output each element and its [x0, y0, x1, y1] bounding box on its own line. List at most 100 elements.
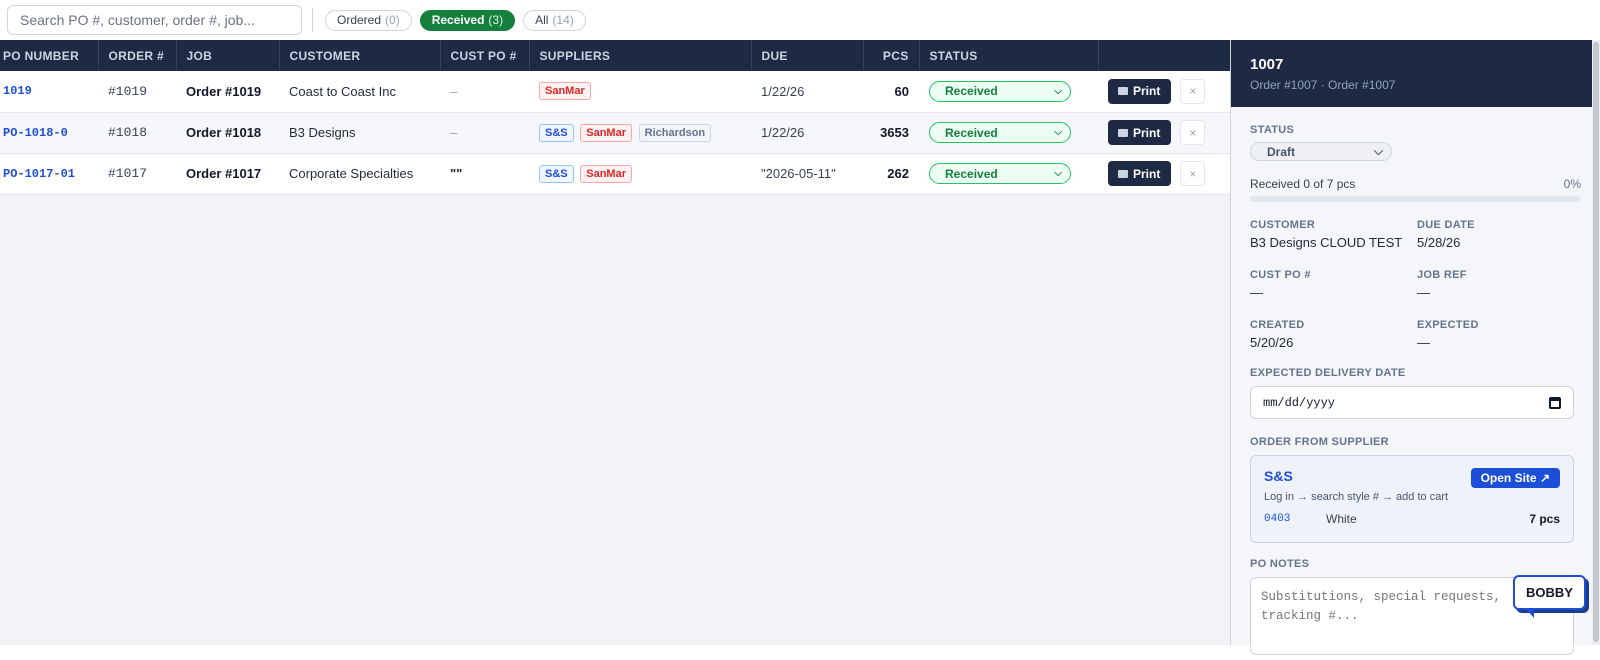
- field-label: CUSTOMER: [1250, 219, 1316, 231]
- header-customer[interactable]: CUSTOMER: [279, 40, 441, 71]
- chat-assistant-button[interactable]: BOBBY: [1513, 575, 1586, 618]
- supplier-card: S&S Open Site ↗ Log in → search style # …: [1250, 455, 1574, 543]
- po-detail-panel: 1007 Order #1007 · Order #1007 STATUS Dr…: [1230, 40, 1600, 655]
- status-select[interactable]: Received ⌵: [929, 80, 1071, 102]
- suppliers-cell: SanMar: [529, 71, 751, 112]
- remove-button[interactable]: ×: [1180, 120, 1206, 145]
- field-value: —: [1417, 285, 1430, 300]
- panel-scrollbar[interactable]: [1592, 40, 1600, 645]
- received-summary: Received 0 of 7 pcs 0%: [1250, 177, 1581, 191]
- status-label: STATUS: [1250, 124, 1295, 136]
- header-suppliers[interactable]: SUPPLIERS: [529, 40, 752, 71]
- po-status-value: Draft: [1267, 144, 1296, 159]
- table-row[interactable]: PO-1018-0 #1018 Order #1018 B3 Designs –…: [0, 112, 1230, 153]
- printer-icon: [1118, 128, 1128, 137]
- po-number-link[interactable]: PO-1018-0: [0, 112, 98, 153]
- status-select[interactable]: Received ⌵: [929, 122, 1071, 143]
- field-value: B3 Designs CLOUD TEST: [1250, 235, 1403, 250]
- header-pcs[interactable]: PCS: [863, 40, 920, 71]
- status-value: Received: [945, 84, 998, 99]
- field-label: JOB REF: [1417, 269, 1467, 281]
- field-created: CREATED 5/20/26: [1250, 319, 1417, 350]
- job-name: Order #1019: [186, 83, 262, 99]
- customer-name: B3 Designs: [289, 125, 356, 140]
- field-due-date: DUE DATE 5/28/26: [1417, 219, 1577, 250]
- header-po-number[interactable]: PO NUMBER: [0, 40, 99, 71]
- header-job[interactable]: JOB: [176, 40, 280, 71]
- header-status[interactable]: STATUS: [919, 40, 1099, 71]
- table-row[interactable]: 1019 #1019 Order #1019 Coast to Coast In…: [0, 71, 1230, 112]
- order-number: #1019: [108, 83, 148, 99]
- header-cust-po[interactable]: CUST PO #: [440, 40, 530, 71]
- po-status-select[interactable]: Draft ⌵: [1250, 142, 1392, 161]
- supplier-tag: S&S: [539, 164, 574, 183]
- actions-cell: Print ×: [1098, 153, 1230, 194]
- print-label: Print: [1133, 125, 1161, 140]
- printer-icon: [1118, 87, 1128, 96]
- open-site-button[interactable]: Open Site ↗: [1470, 468, 1560, 488]
- print-label: Print: [1133, 166, 1161, 181]
- date-placeholder: mm/dd/yyyy: [1263, 395, 1336, 410]
- suppliers-cell: S&S SanMar Richardson: [529, 112, 751, 153]
- scrollbar-thumb[interactable]: [1593, 42, 1599, 642]
- calendar-icon[interactable]: [1549, 396, 1561, 409]
- filter-count: (3): [488, 13, 504, 27]
- due-date: 1/22/26: [761, 125, 805, 140]
- field-cust-po: CUST PO # —: [1250, 269, 1417, 300]
- filter-received[interactable]: Received (3): [419, 9, 516, 31]
- job-name: Order #1017: [186, 166, 262, 181]
- due-date: "2026-05-11": [761, 166, 836, 181]
- print-button[interactable]: Print: [1108, 120, 1172, 145]
- supplier-tag: Richardson: [638, 123, 712, 142]
- supplier-line-item: 0403 White 7 pcs: [1264, 512, 1560, 526]
- header-due[interactable]: DUE: [751, 40, 864, 71]
- po-fields: CUSTOMER B3 Designs CLOUD TEST DUE DATE …: [1250, 219, 1581, 350]
- delivery-date-input[interactable]: mm/dd/yyyy: [1250, 386, 1574, 419]
- supplier-tag: SanMar: [580, 164, 632, 183]
- search-input[interactable]: [7, 5, 302, 35]
- filter-label: All: [535, 13, 549, 27]
- table-row[interactable]: PO-1017-01 #1017 Order #1017 Corporate S…: [0, 153, 1230, 194]
- status-cell: Received ⌵: [919, 112, 1098, 153]
- actions-cell: Print ×: [1098, 112, 1230, 153]
- filter-all[interactable]: All (14): [523, 9, 586, 31]
- print-button[interactable]: Print: [1108, 78, 1172, 104]
- field-job-ref: JOB REF —: [1417, 269, 1577, 300]
- order-number: #1017: [108, 166, 148, 181]
- supplier-tag: SanMar: [539, 82, 591, 101]
- chevron-down-icon: ⌵: [1054, 168, 1062, 179]
- table-header-row: PO NUMBER ORDER # JOB CUSTOMER CUST PO #…: [0, 40, 1231, 71]
- filter-label: Ordered: [337, 13, 382, 27]
- filter-ordered[interactable]: Ordered (0): [325, 9, 412, 31]
- field-expected: EXPECTED —: [1417, 319, 1577, 350]
- item-qty: 7 pcs: [1529, 512, 1560, 526]
- supplier-hint: Log in → search style # → add to cart: [1264, 491, 1449, 503]
- print-button[interactable]: Print: [1108, 161, 1172, 186]
- po-number-link[interactable]: PO-1017-01: [0, 153, 98, 194]
- actions-cell: Print ×: [1098, 71, 1230, 112]
- chevron-down-icon: ⌵: [1054, 127, 1062, 138]
- remove-button[interactable]: ×: [1180, 161, 1206, 186]
- remove-button[interactable]: ×: [1180, 78, 1206, 104]
- received-percent: 0%: [1563, 177, 1581, 191]
- filter-label: Received: [431, 13, 485, 27]
- po-number-link[interactable]: 1019: [0, 71, 98, 112]
- header-order[interactable]: ORDER #: [98, 40, 177, 71]
- speech-bubble-tail: [1525, 608, 1534, 618]
- supplier-tag: SanMar: [580, 123, 632, 142]
- status-cell: Received ⌵: [919, 153, 1098, 194]
- pcs-count: 60: [894, 83, 909, 99]
- chat-assistant-label: BOBBY: [1526, 585, 1573, 600]
- filter-count: (0): [385, 13, 400, 27]
- status-value: Received: [945, 166, 998, 181]
- field-value: —: [1417, 335, 1430, 350]
- supplier-tag: S&S: [539, 123, 574, 142]
- status-select[interactable]: Received ⌵: [929, 163, 1071, 184]
- delivery-date-label: EXPECTED DELIVERY DATE: [1250, 367, 1406, 379]
- due-date: 1/22/26: [761, 83, 805, 99]
- pcs-count: 3653: [880, 125, 909, 140]
- style-number[interactable]: 0403: [1264, 513, 1326, 525]
- item-color: White: [1326, 512, 1357, 526]
- print-label: Print: [1133, 84, 1161, 99]
- cust-po: –: [450, 83, 458, 99]
